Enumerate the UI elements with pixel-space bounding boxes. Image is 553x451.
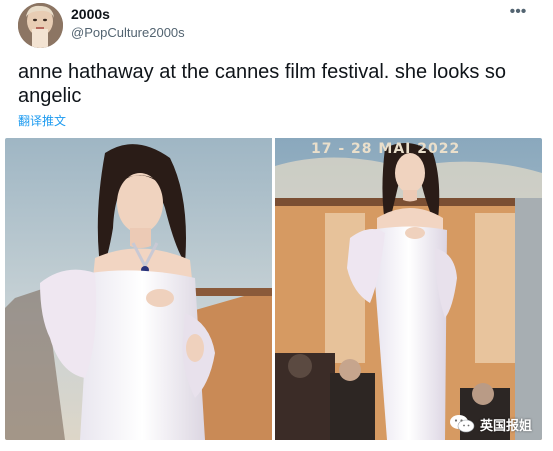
photo-right-image [275,138,542,440]
wechat-icon [450,415,475,433]
more-horizontal-icon[interactable]: ••• [507,4,529,20]
photo-right[interactable]: 17 - 28 MAI 2022 [275,138,542,440]
tweet-text: anne hathaway at the cannes film festiva… [18,61,507,107]
avatar-image [18,3,63,48]
watermark: 英国报姐 [449,414,532,434]
watermark-label: 英国报姐 [480,417,533,433]
festival-date-banner: 17 - 28 MAI 2022 [311,141,461,157]
translate-tweet-link[interactable]: 翻译推文 [18,112,66,129]
avatar[interactable] [18,3,63,48]
tweet-media: 17 - 28 MAI 2022 [5,138,542,440]
display-name[interactable]: 2000s [71,6,110,22]
photo-left[interactable] [5,138,272,440]
user-handle[interactable]: @PopCulture2000s [71,25,185,40]
photo-left-image [5,138,272,440]
tweet-card: 2000s @PopCulture2000s ••• anne hathaway… [0,0,553,451]
